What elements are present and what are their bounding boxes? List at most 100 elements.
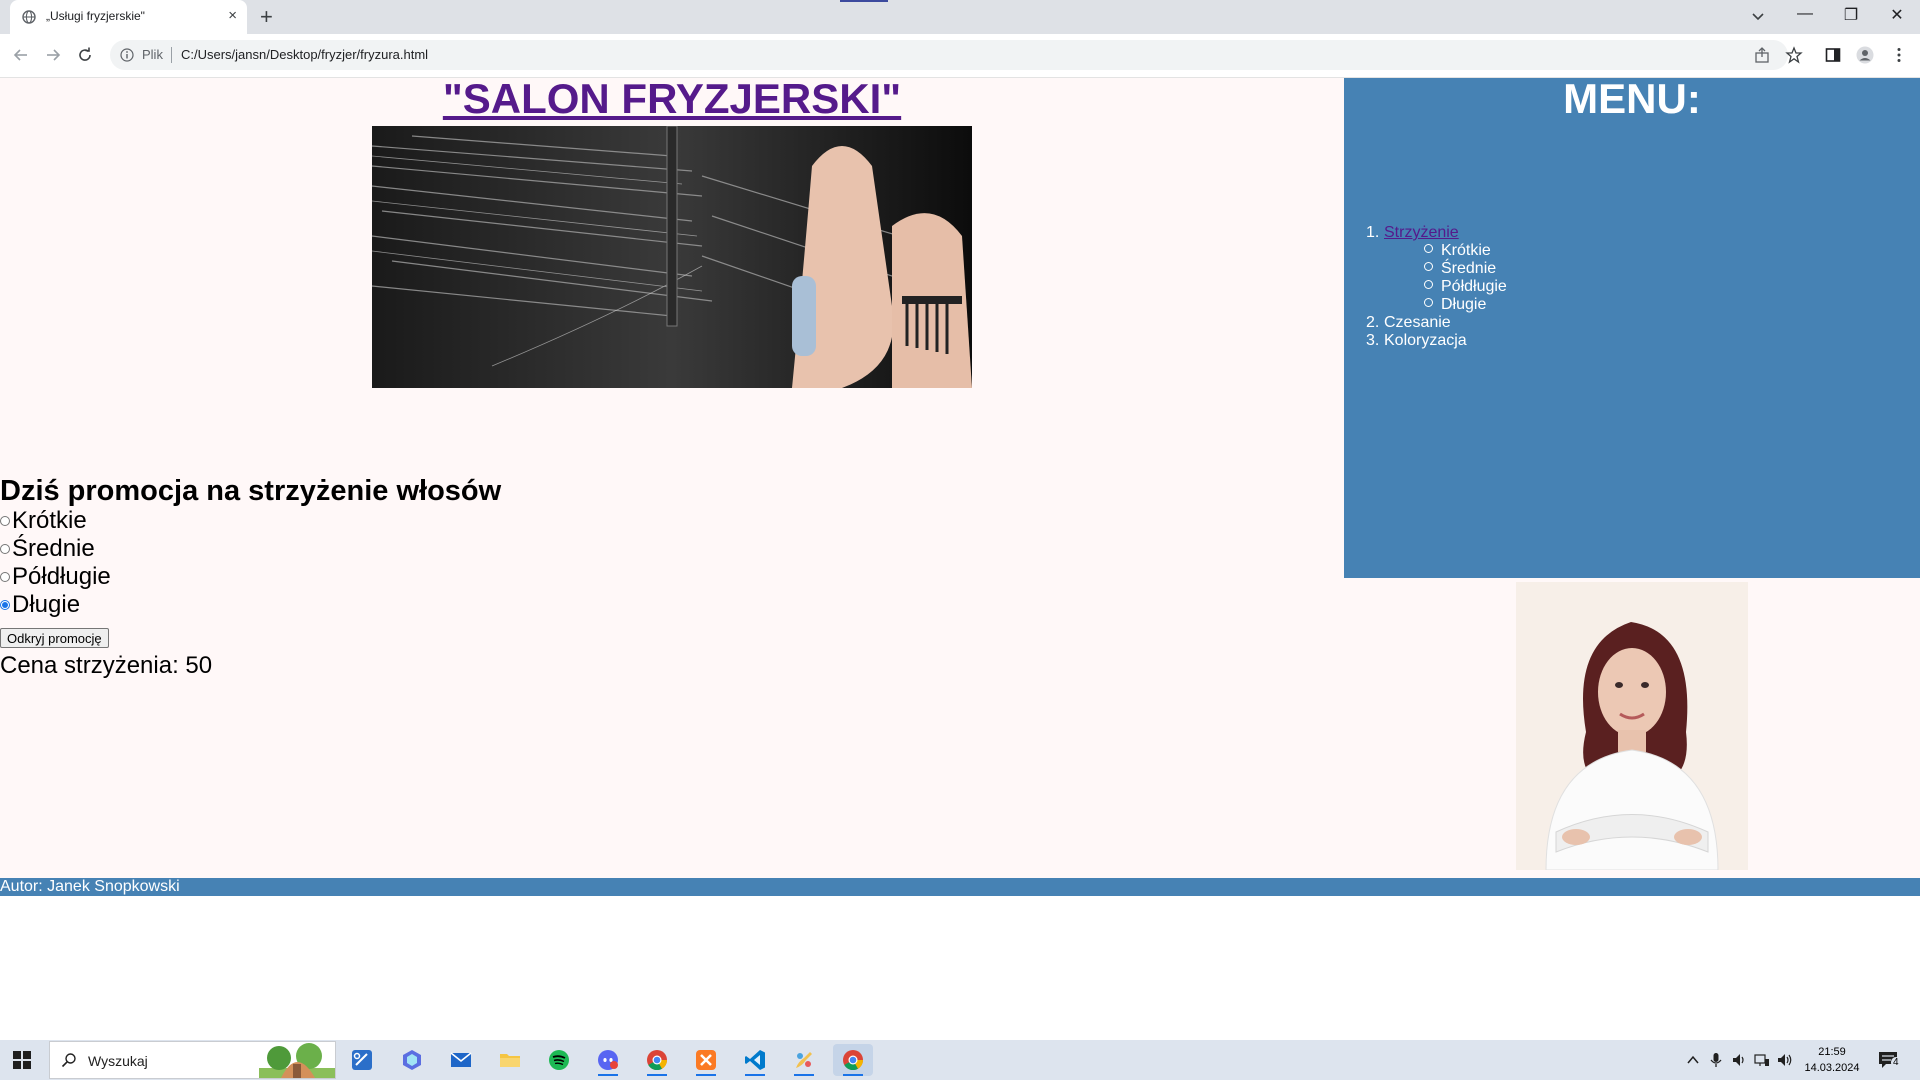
tab-title: „Usługi fryzjerskie" [46,9,145,23]
taskbar-app-paint[interactable] [784,1044,824,1076]
portrait-image [1516,582,1748,870]
more-menu-icon[interactable] [1890,46,1908,64]
circle-bullet-icon [1424,280,1433,290]
taskbar-app-discord[interactable] [588,1044,628,1076]
volume-icon[interactable] [1777,1052,1793,1068]
menu-item-strzyzenie[interactable]: 1. Strzyżenie Krótkie Średnie Półdługie D… [1366,224,1507,314]
menu-link-strzyzenie[interactable]: Strzyżenie [1384,224,1459,241]
globe-icon [22,10,36,24]
page-viewport: "SALON FRYZJERSKI" Dziś promocja na strz… [0,78,1920,1040]
submenu: Krótkie Średnie Półdługie Długie [1366,242,1507,314]
submenu-item: Krótkie [1424,242,1507,260]
paint-icon [796,1052,812,1068]
main-content: "SALON FRYZJERSKI" Dziś promocja na strz… [0,78,1344,878]
reveal-promo-button[interactable]: Odkryj promocję [0,628,109,648]
discord-icon [598,1050,618,1070]
radio-srednie[interactable] [0,544,10,554]
submenu-item: Średnie [1424,260,1507,278]
notification-count: 4 [1891,1057,1901,1068]
side-panel-icon[interactable] [1824,46,1842,64]
menu-number: 2. [1366,314,1380,331]
chevron-down-icon[interactable] [1748,6,1768,26]
option-label: Półdługie [12,563,111,590]
snipping-tool-icon [352,1050,372,1070]
info-icon[interactable] [120,48,134,62]
option-label: Długie [12,591,81,618]
submenu-label: Półdługie [1441,278,1507,295]
radio-dlugie[interactable] [0,600,10,610]
submenu-label: Krótkie [1441,242,1491,259]
price-text: Cena strzyżenia: 50 [0,652,213,679]
address-bar[interactable]: Plik C:/Users/jansn/Desktop/fryzjer/fryz… [110,40,1788,70]
search-icon [61,1053,76,1068]
clock-date: 14.03.2024 [1804,1062,1860,1074]
taskbar: Wyszukaj 21:59 14.03.2024 4 [0,1040,1920,1080]
scheme-label: Plik [142,47,163,62]
radio-poldlugie[interactable] [0,572,10,582]
circle-bullet-icon [1424,298,1433,308]
footer: Autor: Janek Snopkowski [0,878,1920,896]
browser-tab[interactable]: „Usługi fryzjerskie" × [10,0,247,34]
forward-arrow-icon[interactable] [43,45,63,65]
folder-icon [500,1054,520,1067]
network-icon[interactable] [1754,1052,1770,1068]
windows-start-icon[interactable] [12,1050,32,1070]
chrome-icon [647,1050,668,1071]
submenu-item: Długie [1424,296,1507,314]
page-title[interactable]: "SALON FRYZJERSKI" [0,78,1344,120]
active-indicator [840,0,888,2]
taskbar-app-copilot[interactable] [392,1044,432,1076]
close-window-button[interactable]: ✕ [1882,5,1912,27]
radio-krotkie[interactable] [0,516,10,526]
close-tab-icon[interactable]: × [228,7,237,24]
minimize-button[interactable]: — [1790,5,1820,27]
option-poldlugie[interactable]: Półdługie [0,563,111,591]
submenu-item: Półdługie [1424,278,1507,296]
menu-label: Czesanie [1384,314,1451,331]
option-dlugie[interactable]: Długie [0,591,80,619]
taskbar-app-snipping[interactable] [342,1044,382,1076]
menu-panel: MENU: 1. Strzyżenie Krótkie Średnie Półdł… [1344,78,1920,578]
notification-center[interactable]: 4 [1878,1051,1901,1069]
taskbar-app-chrome[interactable] [637,1044,677,1076]
option-srednie[interactable]: Średnie [0,535,95,563]
circle-bullet-icon [1424,262,1433,272]
speaker-icon[interactable] [1731,1052,1747,1068]
submenu-label: Średnie [1441,260,1497,277]
submenu-label: Długie [1441,296,1487,313]
new-tab-button[interactable]: + [260,4,273,30]
menu-item-koloryzacja: 3. Koloryzacja [1366,332,1507,350]
share-icon[interactable] [1753,46,1771,64]
taskbar-app-xampp[interactable] [686,1044,726,1076]
menu-title: MENU: [1563,78,1701,122]
option-krotkie[interactable]: Krótkie [0,507,87,535]
omnibox-divider [171,47,172,63]
taskbar-app-vscode[interactable] [735,1044,775,1076]
restore-button[interactable]: ❐ [1836,5,1866,27]
search-placeholder: Wyszukaj [88,1053,148,1069]
menu-list: 1. Strzyżenie Krótkie Średnie Półdługie D… [1366,224,1507,350]
taskbar-app-mail[interactable] [441,1044,481,1076]
promo-heading: Dziś promocja na strzyżenie włosów [0,475,502,507]
chevron-up-icon[interactable] [1685,1052,1701,1068]
reload-icon[interactable] [75,45,95,65]
browser-toolbar: Plik C:/Users/jansn/Desktop/fryzjer/fryz… [0,34,1920,78]
menu-label: Koloryzacja [1384,332,1467,349]
taskbar-app-chrome-active[interactable] [833,1044,873,1076]
back-arrow-icon[interactable] [11,45,31,65]
search-highlight-icon [259,1043,335,1078]
footer-author: Autor: Janek Snopkowski [0,878,180,895]
taskbar-app-explorer[interactable] [490,1044,530,1076]
taskbar-app-spotify[interactable] [539,1044,579,1076]
side-area [1344,578,1920,878]
system-clock[interactable]: 21:59 14.03.2024 [1802,1044,1862,1076]
chrome-icon [843,1050,864,1071]
profile-avatar-icon[interactable] [1856,46,1874,64]
menu-item-czesanie: 2. Czesanie [1366,314,1507,332]
url-text[interactable]: C:/Users/jansn/Desktop/fryzjer/fryzura.h… [181,47,428,62]
taskbar-search[interactable]: Wyszukaj [49,1041,336,1079]
star-icon[interactable] [1785,46,1803,64]
xampp-icon [696,1050,716,1070]
browser-titlebar: „Usługi fryzjerskie" × + — ❐ ✕ [0,0,1920,34]
microphone-icon[interactable] [1708,1052,1724,1068]
